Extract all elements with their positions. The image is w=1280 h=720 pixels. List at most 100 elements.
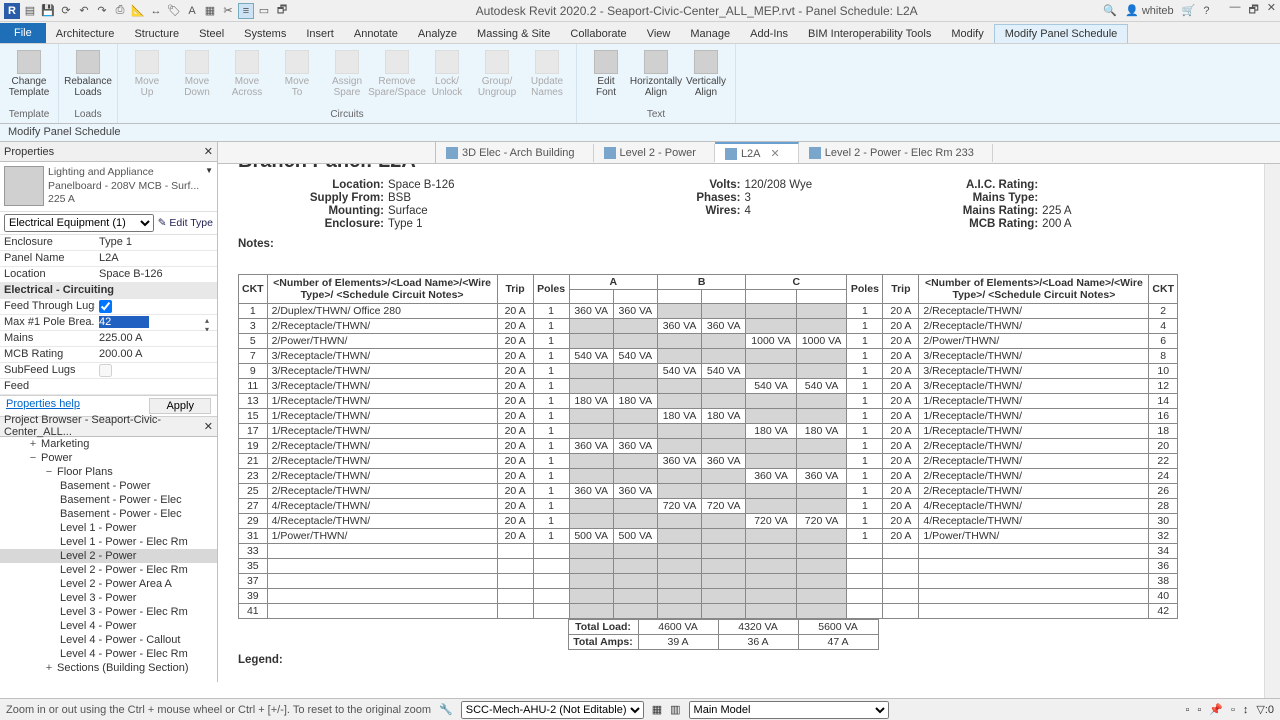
circuit-row[interactable]: 12/Duplex/THWN/ Office 28020 A1360 VA360… xyxy=(239,304,1178,319)
print-icon[interactable]: ⎙ xyxy=(112,3,128,19)
vertical-scrollbar[interactable] xyxy=(1264,164,1280,698)
dim-icon[interactable]: ↔ xyxy=(148,3,164,19)
ribbon-tab-collaborate[interactable]: Collaborate xyxy=(560,25,636,43)
close-panel-icon[interactable]: ✕ xyxy=(204,420,213,433)
search-icon[interactable]: 🔍 xyxy=(1103,4,1117,17)
circuit-row[interactable]: 232/Receptacle/THWN/20 A1360 VA360 VA120… xyxy=(239,469,1178,484)
edit-type-button[interactable]: ✎ Edit Type xyxy=(158,217,213,229)
circuit-row[interactable]: 3536 xyxy=(239,559,1178,574)
drag-elements-icon[interactable]: ↕ xyxy=(1243,704,1249,716)
file-tab[interactable]: File xyxy=(0,23,46,43)
minimize-button[interactable]: — xyxy=(1229,1,1240,20)
thin-lines-icon[interactable]: ≡ xyxy=(238,3,254,19)
user-icon[interactable]: 👤 whiteb xyxy=(1125,4,1174,17)
tree-item[interactable]: Level 3 - Power - Elec Rm xyxy=(0,605,217,619)
close-tab-icon[interactable]: ✕ xyxy=(771,147,780,160)
property-row[interactable]: Feed Through Lugs xyxy=(0,299,217,315)
value-input[interactable] xyxy=(99,316,149,328)
tree-item[interactable]: Level 2 - Power - Elec Rm xyxy=(0,563,217,577)
chevron-down-icon[interactable]: ▼ xyxy=(205,166,213,207)
select-pinned-icon[interactable]: 📌 xyxy=(1209,703,1223,716)
doc-tab[interactable]: L2A✕ xyxy=(715,142,799,163)
circuit-row[interactable]: 32/Receptacle/THWN/20 A1360 VA360 VA120 … xyxy=(239,319,1178,334)
circuit-row[interactable]: 252/Receptacle/THWN/20 A1360 VA360 VA120… xyxy=(239,484,1178,499)
tree-item[interactable]: Basement - Power - Elec xyxy=(0,493,217,507)
doc-tab[interactable]: Level 2 - Power - Elec Rm 233 xyxy=(799,144,993,162)
select-links-icon[interactable]: ▫ xyxy=(1185,704,1189,716)
tree-item[interactable]: Level 4 - Power xyxy=(0,619,217,633)
close-button[interactable]: ✕ xyxy=(1267,1,1276,20)
tree-item[interactable]: − Floor Plans xyxy=(0,465,217,479)
tree-item[interactable]: + Marketing xyxy=(0,437,217,451)
circuit-row[interactable]: 151/Receptacle/THWN/20 A1180 VA180 VA120… xyxy=(239,409,1178,424)
ribbon-button[interactable]: RebalanceLoads xyxy=(65,50,111,98)
workset-select[interactable]: SCC-Mech-AHU-2 (Not Editable) xyxy=(461,701,644,719)
doc-tab[interactable]: 3D Elec - Arch Building xyxy=(436,144,594,162)
text-icon[interactable]: A xyxy=(184,3,200,19)
save-icon[interactable]: 💾 xyxy=(40,3,56,19)
select-underlay-icon[interactable]: ▫ xyxy=(1197,704,1201,716)
circuit-row[interactable]: 113/Receptacle/THWN/20 A1540 VA540 VA120… xyxy=(239,379,1178,394)
tree-item[interactable]: Level 1 - Power - Elec Rm xyxy=(0,535,217,549)
circuit-row[interactable]: 3738 xyxy=(239,574,1178,589)
restore-button[interactable]: 🗗 xyxy=(1248,1,1258,20)
expand-icon[interactable]: + xyxy=(44,662,54,674)
workset-icon[interactable]: 🔧 xyxy=(439,703,453,716)
tree-item[interactable]: − Power xyxy=(0,451,217,465)
tag-icon[interactable]: 🏷 xyxy=(166,3,182,19)
editable-only-icon[interactable]: ▦ xyxy=(652,703,662,716)
close-hidden-icon[interactable]: ▭ xyxy=(256,3,272,19)
redo-icon[interactable]: ↷ xyxy=(94,3,110,19)
ribbon-button[interactable]: VerticallyAlign xyxy=(683,50,729,98)
expand-icon[interactable]: − xyxy=(44,466,54,478)
circuit-row[interactable]: 171/Receptacle/THWN/20 A1180 VA180 VA120… xyxy=(239,424,1178,439)
circuit-table[interactable]: CKT <Number of Elements>/<Load Name>/<Wi… xyxy=(238,274,1178,619)
circuit-row[interactable]: 52/Power/THWN/20 A11000 VA1000 VA120 A2/… xyxy=(239,334,1178,349)
expand-icon[interactable]: − xyxy=(28,452,38,464)
circuit-row[interactable]: 3940 xyxy=(239,589,1178,604)
ribbon-tab-view[interactable]: View xyxy=(637,25,681,43)
property-row[interactable]: LocationSpace B-126 xyxy=(0,267,217,283)
ribbon-tab-systems[interactable]: Systems xyxy=(234,25,296,43)
design-options-icon[interactable]: ▥ xyxy=(670,703,680,716)
properties-help-link[interactable]: Properties help xyxy=(6,398,80,414)
tree-item[interactable]: Basement - Power - Elec xyxy=(0,507,217,521)
tree-item[interactable]: Level 2 - Power Area A xyxy=(0,577,217,591)
tree-item[interactable]: Level 1 - Power xyxy=(0,521,217,535)
apply-button[interactable]: Apply xyxy=(149,398,211,414)
property-row[interactable]: MCB Rating200.00 A xyxy=(0,347,217,363)
expand-icon[interactable]: + xyxy=(28,438,38,450)
property-row[interactable]: SubFeed Lugs xyxy=(0,363,217,379)
type-selector[interactable]: Lighting and Appliance Panelboard - 208V… xyxy=(0,162,217,212)
ribbon-tab-add-ins[interactable]: Add-Ins xyxy=(740,25,798,43)
switch-windows-icon[interactable]: 🗗 xyxy=(274,3,290,19)
circuit-row[interactable]: 294/Receptacle/THWN/20 A1720 VA720 VA120… xyxy=(239,514,1178,529)
project-browser[interactable]: + Marketing− Power− Floor PlansBasement … xyxy=(0,437,217,682)
property-row[interactable]: Max #1 Pole Brea...▴▾ xyxy=(0,315,217,331)
property-row[interactable]: Panel NameL2A xyxy=(0,251,217,267)
ribbon-button[interactable]: ChangeTemplate xyxy=(6,50,52,98)
checkbox[interactable] xyxy=(99,300,112,313)
tree-item[interactable]: Level 4 - Power - Callout xyxy=(0,633,217,647)
select-face-icon[interactable]: ▫ xyxy=(1231,704,1235,716)
ribbon-tab-manage[interactable]: Manage xyxy=(680,25,740,43)
tree-item[interactable]: Basement - Power xyxy=(0,479,217,493)
ribbon-tab-massing-site[interactable]: Massing & Site xyxy=(467,25,560,43)
view-icon[interactable]: ▦ xyxy=(202,3,218,19)
ribbon-tab-analyze[interactable]: Analyze xyxy=(408,25,467,43)
circuit-row[interactable]: 93/Receptacle/THWN/20 A1540 VA540 VA120 … xyxy=(239,364,1178,379)
property-row[interactable]: EnclosureType 1 xyxy=(0,235,217,251)
circuit-row[interactable]: 131/Receptacle/THWN/20 A1180 VA180 VA120… xyxy=(239,394,1178,409)
properties-filter[interactable]: Electrical Equipment (1) xyxy=(4,214,154,232)
property-row[interactable]: Mains225.00 A xyxy=(0,331,217,347)
cart-icon[interactable]: 🛒 xyxy=(1182,4,1196,17)
circuit-row[interactable]: 274/Receptacle/THWN/20 A1720 VA720 VA120… xyxy=(239,499,1178,514)
circuit-row[interactable]: 212/Receptacle/THWN/20 A1360 VA360 VA120… xyxy=(239,454,1178,469)
section-icon[interactable]: ✂ xyxy=(220,3,236,19)
circuit-row[interactable]: 4142 xyxy=(239,604,1178,619)
undo-icon[interactable]: ↶ xyxy=(76,3,92,19)
sync-icon[interactable]: ⟳ xyxy=(58,3,74,19)
ribbon-tab-structure[interactable]: Structure xyxy=(124,25,189,43)
tree-item[interactable]: Level 4 - Power - Elec Rm xyxy=(0,647,217,661)
doc-tab[interactable]: Level 2 - Power xyxy=(594,144,715,162)
